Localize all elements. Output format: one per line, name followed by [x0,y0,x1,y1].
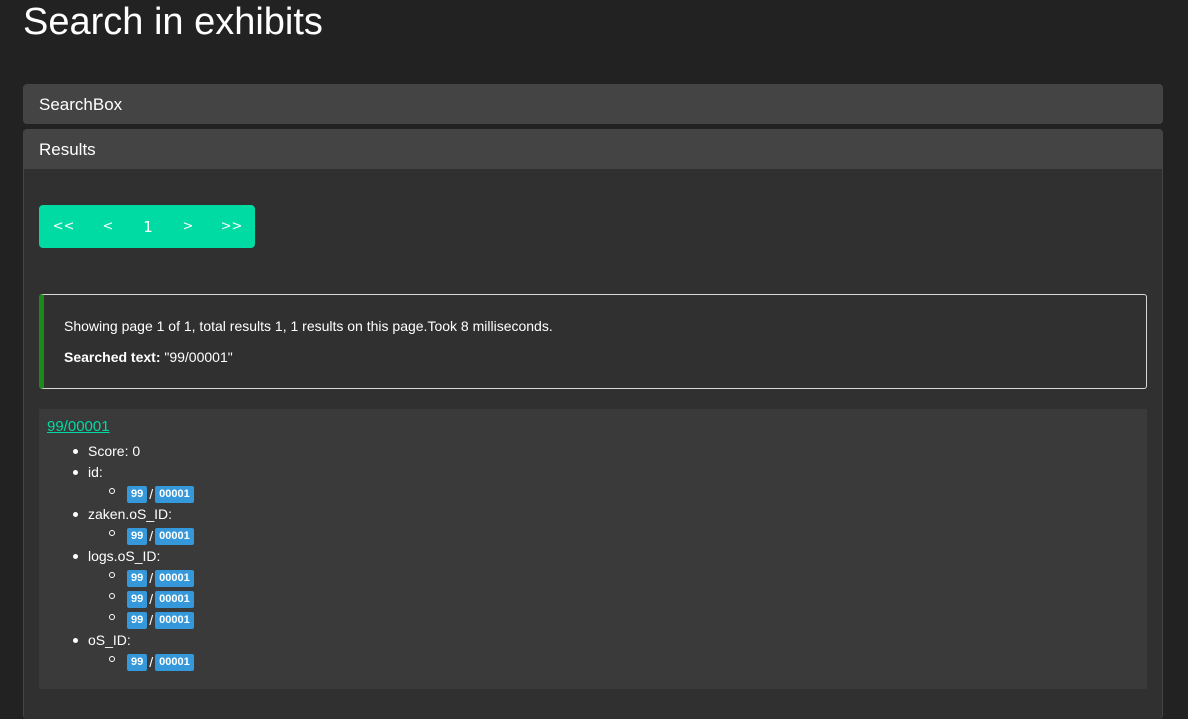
previous-page-button[interactable]: < [88,205,128,248]
value-badge-prefix[interactable]: 99 [127,485,148,503]
separator: / [149,611,154,628]
value-badge-number[interactable]: 00001 [155,653,194,671]
separator: / [149,653,154,670]
value-badge-prefix[interactable]: 99 [127,527,148,545]
field-item-logs-os-id: logs.oS_ID: [73,546,160,567]
separator: / [149,590,154,607]
field-item-os-id: oS_ID: [73,630,131,651]
field-item-id: id: [73,462,103,483]
value-badge-number[interactable]: 00001 [155,611,194,629]
value-badge-number[interactable]: 00001 [155,527,194,545]
searchbox-panel[interactable]: SearchBox [23,84,1163,124]
value-badge-number[interactable]: 00001 [155,485,194,503]
last-page-button[interactable]: >> [208,205,255,248]
bullet-icon [73,469,78,475]
value-item: 99/00001 [109,525,194,546]
results-panel-heading[interactable]: Results [24,130,1162,169]
score-text: Score: 0 [88,443,141,459]
result-title-link[interactable]: 99/00001 [47,418,110,435]
score-item: Score: 0 [73,441,140,462]
value-badge-number[interactable]: 00001 [155,569,194,587]
value-badge-prefix[interactable]: 99 [127,569,148,587]
page-title: Search in exhibits [23,1,323,43]
field-label: zaken.oS_ID: [88,506,173,522]
searched-text-label: Searched text: [64,349,161,365]
searchbox-panel-heading[interactable]: SearchBox [24,85,1162,124]
results-panel: Results << < 1 > >> Showing page 1 of 1,… [23,129,1163,719]
results-info-box: Showing page 1 of 1, total results 1, 1 … [39,294,1147,389]
first-page-button[interactable]: << [39,205,88,248]
circle-bullet-icon [109,572,115,579]
page-1-button[interactable]: 1 [128,205,168,248]
bullet-icon [73,448,78,454]
value-item: 99/00001 [109,609,194,630]
value-badge-number[interactable]: 00001 [155,590,194,608]
separator: / [149,485,154,502]
bullet-icon [73,553,78,559]
separator: / [149,527,154,544]
results-summary: Showing page 1 of 1, total results 1, 1 … [64,318,553,334]
field-item-zaken-os-id: zaken.oS_ID: [73,504,172,525]
next-page-button[interactable]: > [168,205,208,248]
value-item: 99/00001 [109,588,194,609]
value-badge-prefix[interactable]: 99 [127,611,148,629]
result-card: 99/00001 Score: 0 id: 99/00001 zaken.oS_… [39,409,1147,689]
circle-bullet-icon [109,593,115,600]
value-item: 99/00001 [109,483,194,504]
searched-text: Searched text: "99/00001" [64,349,233,365]
value-item: 99/00001 [109,651,194,672]
value-item: 99/00001 [109,567,194,588]
field-label: logs.oS_ID: [88,548,161,564]
pagination: << < 1 > >> [39,205,255,248]
searched-text-value: "99/00001" [164,349,233,365]
circle-bullet-icon [109,530,115,537]
circle-bullet-icon [109,614,115,621]
value-badge-prefix[interactable]: 99 [127,590,148,608]
field-label: id: [88,464,103,480]
circle-bullet-icon [109,488,115,495]
field-label: oS_ID: [88,632,131,648]
separator: / [149,569,154,586]
bullet-icon [73,637,78,643]
value-badge-prefix[interactable]: 99 [127,653,148,671]
circle-bullet-icon [109,656,115,663]
bullet-icon [73,511,78,517]
